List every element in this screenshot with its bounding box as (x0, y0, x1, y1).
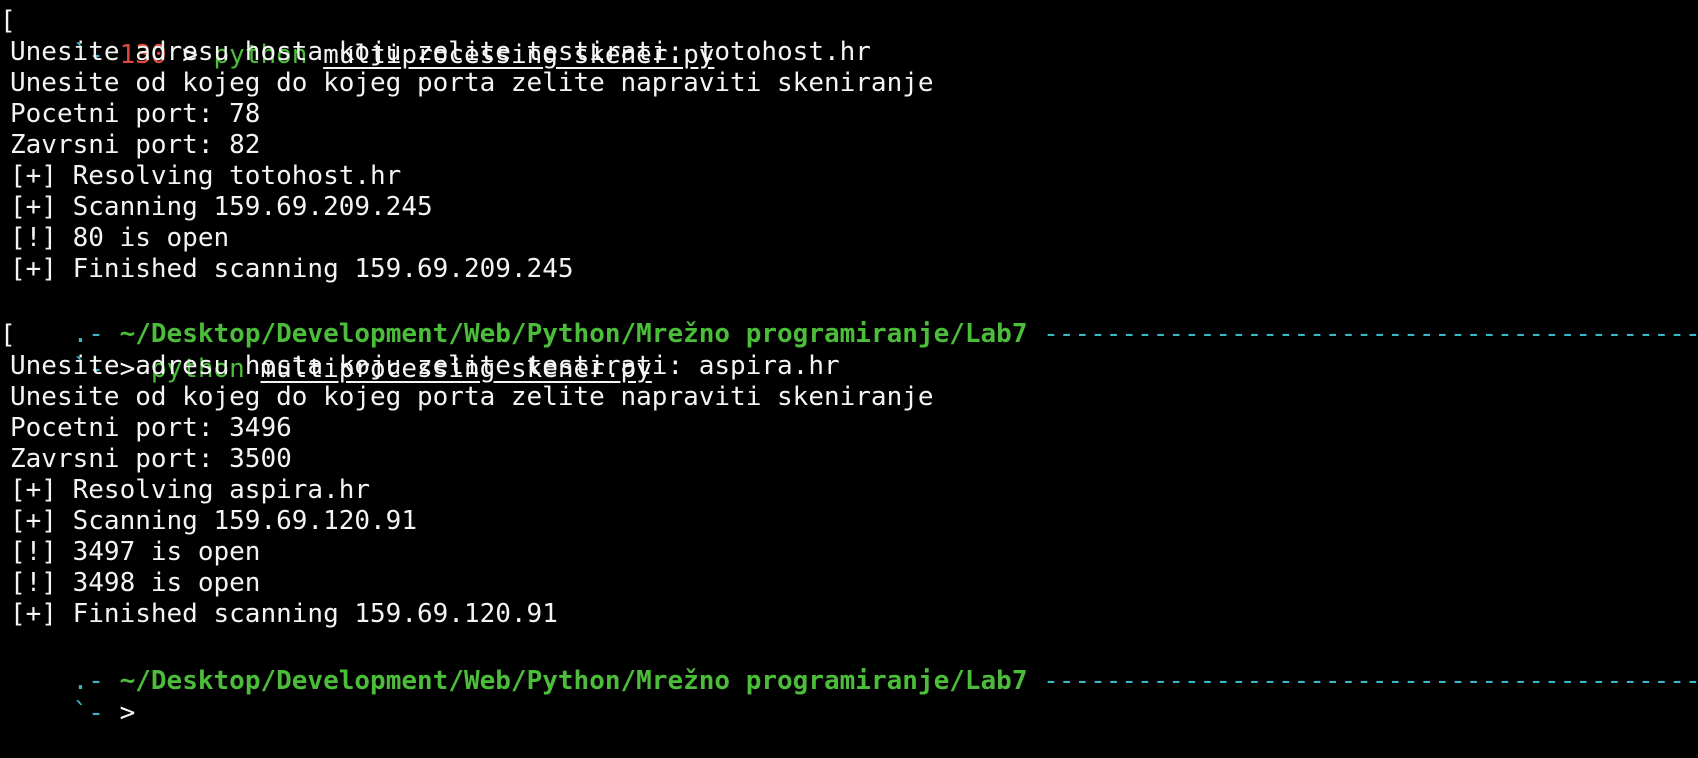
output-line: Unesite adresu hosta koju zelite testira… (10, 37, 871, 67)
prompt-line-1: [`- 130 > python multiprocessing_skener.… (0, 4, 714, 70)
output-line: Pocetni port: 3496 (10, 413, 292, 443)
prompt-bracket: [ (0, 6, 16, 36)
output-line: Zavrsni port: 3500 (10, 444, 292, 474)
path-line-2: .- ~/Desktop/Development/Web/Python/Mrež… (10, 630, 1698, 696)
final-prompt-line[interactable]: `- > (10, 662, 151, 728)
output-line: Unesite adresu hosta koju zelite testira… (10, 351, 840, 381)
prompt-prefix: `- (72, 698, 120, 728)
output-line: [+] Finished scanning 159.69.120.91 (10, 599, 558, 629)
prompt-bracket: [ (0, 320, 16, 350)
output-line: [+] Scanning 159.69.209.245 (10, 192, 433, 222)
output-line: [!] 3497 is open (10, 537, 261, 567)
output-line: [+] Resolving totohost.hr (10, 161, 402, 191)
path-line-1: .- ~/Desktop/Development/Web/Python/Mrež… (10, 283, 1698, 349)
output-line: [+] Scanning 159.69.120.91 (10, 506, 417, 536)
output-line: Pocetni port: 78 (10, 99, 261, 129)
current-path: ~/Desktop/Development/Web/Python/Mrežno … (119, 666, 1028, 696)
path-dashes: ----------------------------------------… (1043, 666, 1698, 696)
output-line: Unesite od kojeg do kojeg porta zelite n… (10, 68, 934, 98)
output-line: [+] Finished scanning 159.69.209.245 (10, 254, 574, 284)
output-line: Unesite od kojeg do kojeg porta zelite n… (10, 382, 934, 412)
terminal-window[interactable]: [`- 130 > python multiprocessing_skener.… (0, 0, 1698, 758)
output-line: [!] 80 is open (10, 223, 230, 253)
output-line: [!] 3498 is open (10, 568, 261, 598)
prompt-line-2: [`- > python multiprocessing_skener.py (0, 318, 652, 384)
path-dashes: ----------------------------------------… (1043, 319, 1698, 349)
output-line: Zavrsni port: 82 (10, 130, 261, 160)
output-line: [+] Resolving aspira.hr (10, 475, 371, 505)
prompt-arrow: > (119, 698, 151, 728)
